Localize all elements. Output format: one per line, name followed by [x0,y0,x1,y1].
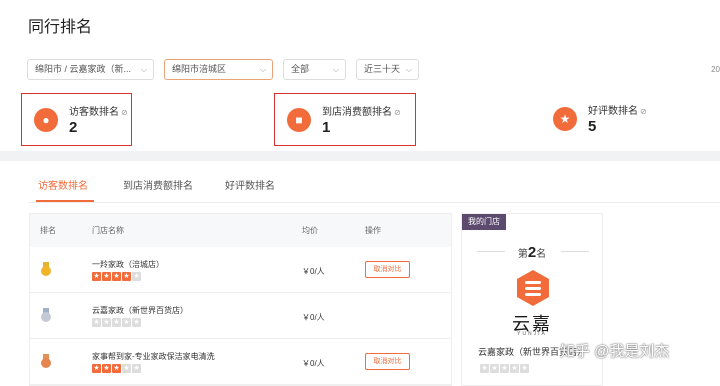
section-divider [0,151,720,161]
user-icon: ● [34,108,58,132]
chevron-down-icon: ⌵ [259,65,266,74]
scope-select[interactable]: 全部 ⌵ [283,59,346,80]
star-icon: ★ [510,364,519,373]
star-icon: ★ [112,272,121,281]
stat-review-rank: ★ 好评数排名 ⊘ 5 [541,93,691,146]
period-select[interactable]: 近三十天 ⌵ [356,59,419,80]
gold-medal-icon [41,262,51,276]
watermark: 知乎 @我是刘杰 [560,343,670,360]
star-icon: ★ [122,318,131,327]
star-icon: ★ [92,272,101,281]
help-icon[interactable]: ⊘ [121,108,128,117]
region-select[interactable]: 绵阳市 / 云嘉家政（新... ⌵ [27,59,154,80]
chevron-down-icon: ⌵ [405,65,412,74]
store-name[interactable]: 家事帮到家-专业家政保洁家电清洗 [92,351,215,362]
star-icon: ★ [132,272,141,281]
tab-visitor-rank[interactable]: 访客数排名 [38,177,88,192]
stat-visitor-rank: ● 访客数排名 ⊘ 2 [21,93,132,146]
stat-spend-rank: ■ 到店消费额排名 ⊘ 1 [274,93,416,146]
bag-icon: ■ [287,108,311,132]
district-select-value: 绵阳市涪城区 [172,64,227,74]
cancel-compare-button[interactable]: 取消对比 [365,261,410,278]
table-row: 一羚家政（涪城店） ★ ★ ★ ★ ★ ￥0/人 取消对比 [30,247,451,293]
header-store: 门店名称 [92,226,124,235]
rating-stars: ★ ★ ★ ★ ★ [92,364,142,373]
stat-value: 2 [69,119,78,136]
star-icon: ★ [102,364,111,373]
star-icon: ★ [500,364,509,373]
table-row: 云嘉家政（新世界百货店） ★ ★ ★ ★ ★ ￥0/人 [30,293,451,339]
scope-select-value: 全部 [291,64,310,74]
header-action: 操作 [365,226,381,235]
store-logo-icon [517,270,549,306]
star-icon: ★ [122,272,131,281]
header-rank: 排名 [40,226,56,235]
stat-value: 5 [588,118,597,135]
help-icon[interactable]: ⊘ [394,108,401,117]
chevron-down-icon: ⌵ [140,65,147,74]
star-icon: ★ [112,318,121,327]
star-icon: ★ [122,364,131,373]
star-icon: ★ [480,364,489,373]
page-title: 同行排名 [28,19,93,36]
ranking-table: 排名 门店名称 均价 操作 一羚家政（涪城店） ★ ★ ★ ★ ★ ￥0/人 取消对比 … [29,213,452,386]
region-select-value: 绵阳市 / 云嘉家政（新... [35,64,132,74]
stat-label: 好评数排名 ⊘ [588,106,647,117]
star-icon: ★ [92,318,101,327]
tab-spend-rank[interactable]: 到店消费额排名 [123,177,193,192]
store-logo-subtext: YUNJIA [517,331,547,337]
star-icon: ★ [132,364,141,373]
avg-price: ￥0/人 [302,267,325,276]
stat-label: 到店消费额排名 ⊘ [322,107,401,118]
avg-price: ￥0/人 [302,313,325,322]
star-icon: ★ [92,364,101,373]
rating-stars: ★ ★ ★ ★ ★ [480,364,530,373]
bronze-medal-icon [41,354,51,368]
table-row: 家事帮到家-专业家政保洁家电清洗 ★ ★ ★ ★ ★ ￥0/人 取消对比 [30,339,451,385]
rating-stars: ★ ★ ★ ★ ★ [92,318,142,327]
star-icon: ★ [132,318,141,327]
tab-review-rank[interactable]: 好评数排名 [225,177,275,192]
stat-label: 访客数排名 ⊘ [69,107,128,118]
my-store-rank: 第2名 [517,244,547,261]
my-store-badge: 我的门店 [462,214,506,230]
avg-price: ￥0/人 [302,359,325,368]
store-name[interactable]: 云嘉家政（新世界百货店） [92,305,188,316]
date-range-text: 20 [711,65,720,74]
chevron-down-icon: ⌵ [332,65,339,74]
header-price: 均价 [302,226,318,235]
stat-value: 1 [322,119,331,136]
star-icon: ★ [553,107,577,131]
star-icon: ★ [520,364,529,373]
star-icon: ★ [102,318,111,327]
tab-divider [28,202,720,203]
silver-medal-icon [41,308,51,322]
help-icon[interactable]: ⊘ [640,107,647,116]
store-name[interactable]: 一羚家政（涪城店） [92,259,164,270]
table-header: 排名 门店名称 均价 操作 [30,214,451,247]
district-select[interactable]: 绵阳市涪城区 ⌵ [164,59,273,80]
rating-stars: ★ ★ ★ ★ ★ [92,272,142,281]
star-icon: ★ [112,364,121,373]
period-select-value: 近三十天 [364,64,401,74]
cancel-compare-button[interactable]: 取消对比 [365,353,410,370]
star-icon: ★ [102,272,111,281]
star-icon: ★ [490,364,499,373]
